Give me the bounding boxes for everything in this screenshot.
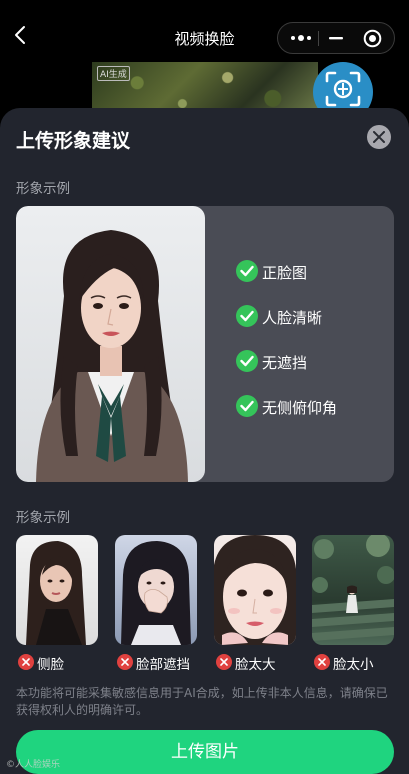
capsule-close-icon[interactable] [363, 29, 382, 48]
bad-example-caption: 脸部遮挡 [117, 653, 207, 673]
sheet-title: 上传形象建议 [16, 130, 131, 152]
face-scan-icon [325, 71, 361, 107]
check-item-label: 无侧俯仰角 [262, 399, 338, 417]
bad-example-image [214, 535, 296, 645]
upload-suggestion-sheet: 上传形象建议 形象示例 正脸图 人脸清晰 无遮挡 无侧俯仰角 形象示例 侧脸 脸… [0, 108, 409, 774]
check-item-label: 正脸图 [262, 264, 308, 282]
check-item-label: 无遮挡 [262, 354, 308, 372]
bad-examples-row: 侧脸 脸部遮挡 脸太大 脸太小 [16, 535, 394, 675]
check-circle-icon [236, 305, 258, 327]
privacy-disclaimer: 本功能将可能采集敏感信息用于AI合成，如上传非本人信息，请确保已获得权利人的明确… [16, 686, 388, 717]
reject-x-icon [314, 654, 330, 670]
reject-x-icon [117, 654, 133, 670]
bad-example-label: 脸太小 [333, 657, 374, 673]
bad-example-caption: 脸太小 [314, 653, 404, 673]
check-circle-icon [236, 350, 258, 372]
bad-example-image [16, 535, 98, 645]
watermark: ©人人脸娱乐 [6, 760, 61, 770]
more-dots-icon[interactable] [290, 31, 312, 45]
bad-example-image [312, 535, 394, 645]
good-example-portrait [16, 206, 205, 482]
check-item: 无遮挡 [236, 350, 386, 395]
good-example-label: 形象示例 [16, 181, 70, 197]
top-nav-bar: 视频换脸 [0, 0, 409, 62]
reject-x-icon [216, 654, 232, 670]
check-circle-icon [236, 395, 258, 417]
check-item: 人脸清晰 [236, 305, 386, 350]
close-button[interactable] [367, 125, 391, 149]
reject-x-icon [18, 654, 34, 670]
minimize-icon[interactable] [328, 31, 344, 45]
bad-example-label: 脸部遮挡 [136, 657, 190, 673]
bad-example-caption: 脸太大 [216, 653, 306, 673]
check-item: 正脸图 [236, 260, 386, 305]
bad-example-label: 形象示例 [16, 510, 70, 526]
close-icon [373, 131, 385, 143]
bad-example-label: 脸太大 [235, 657, 276, 673]
check-item: 无侧俯仰角 [236, 395, 386, 440]
bad-example-caption: 侧脸 [18, 653, 108, 673]
check-item-label: 人脸清晰 [262, 309, 323, 327]
bad-example-image [115, 535, 197, 645]
video-preview: AI生成 [92, 62, 318, 114]
good-checklist: 正脸图 人脸清晰 无遮挡 无侧俯仰角 [236, 260, 386, 440]
ai-generated-tag: AI生成 [97, 66, 130, 81]
bad-example-label: 侧脸 [37, 657, 64, 673]
check-circle-icon [236, 260, 258, 282]
capsule-divider [318, 31, 319, 46]
mini-program-capsule [277, 22, 395, 54]
good-example-card: 正脸图 人脸清晰 无遮挡 无侧俯仰角 [16, 206, 394, 482]
upload-image-button[interactable]: 上传图片 [16, 730, 394, 774]
